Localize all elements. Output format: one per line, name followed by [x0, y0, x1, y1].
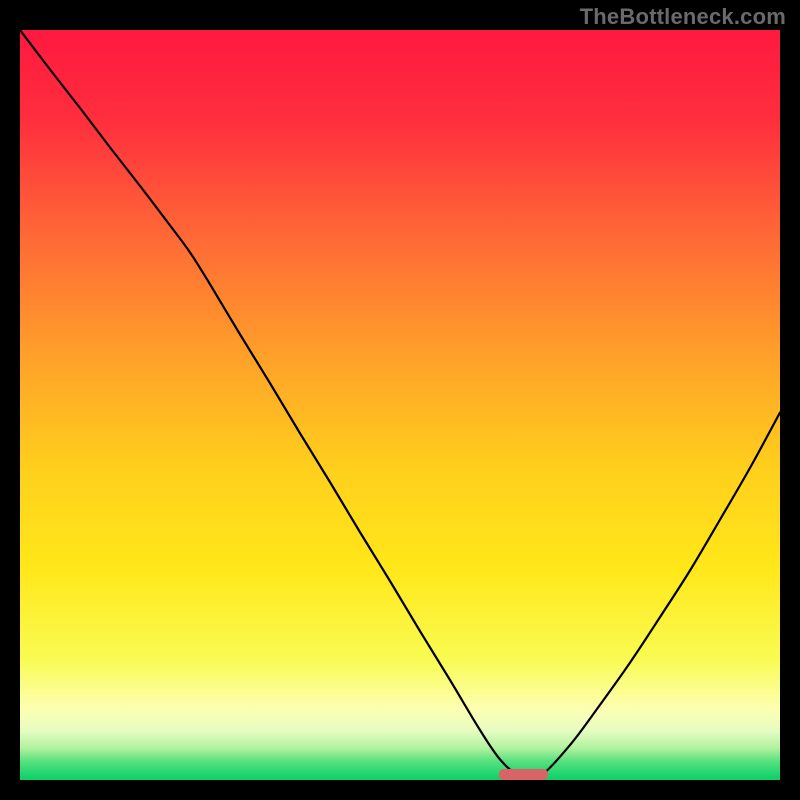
plot-area [20, 30, 780, 780]
gradient-background [20, 30, 780, 780]
chart-stage: TheBottleneck.com [0, 0, 800, 800]
watermark-text: TheBottleneck.com [580, 4, 786, 30]
optimal-marker [499, 769, 548, 780]
plot-svg [20, 30, 780, 780]
